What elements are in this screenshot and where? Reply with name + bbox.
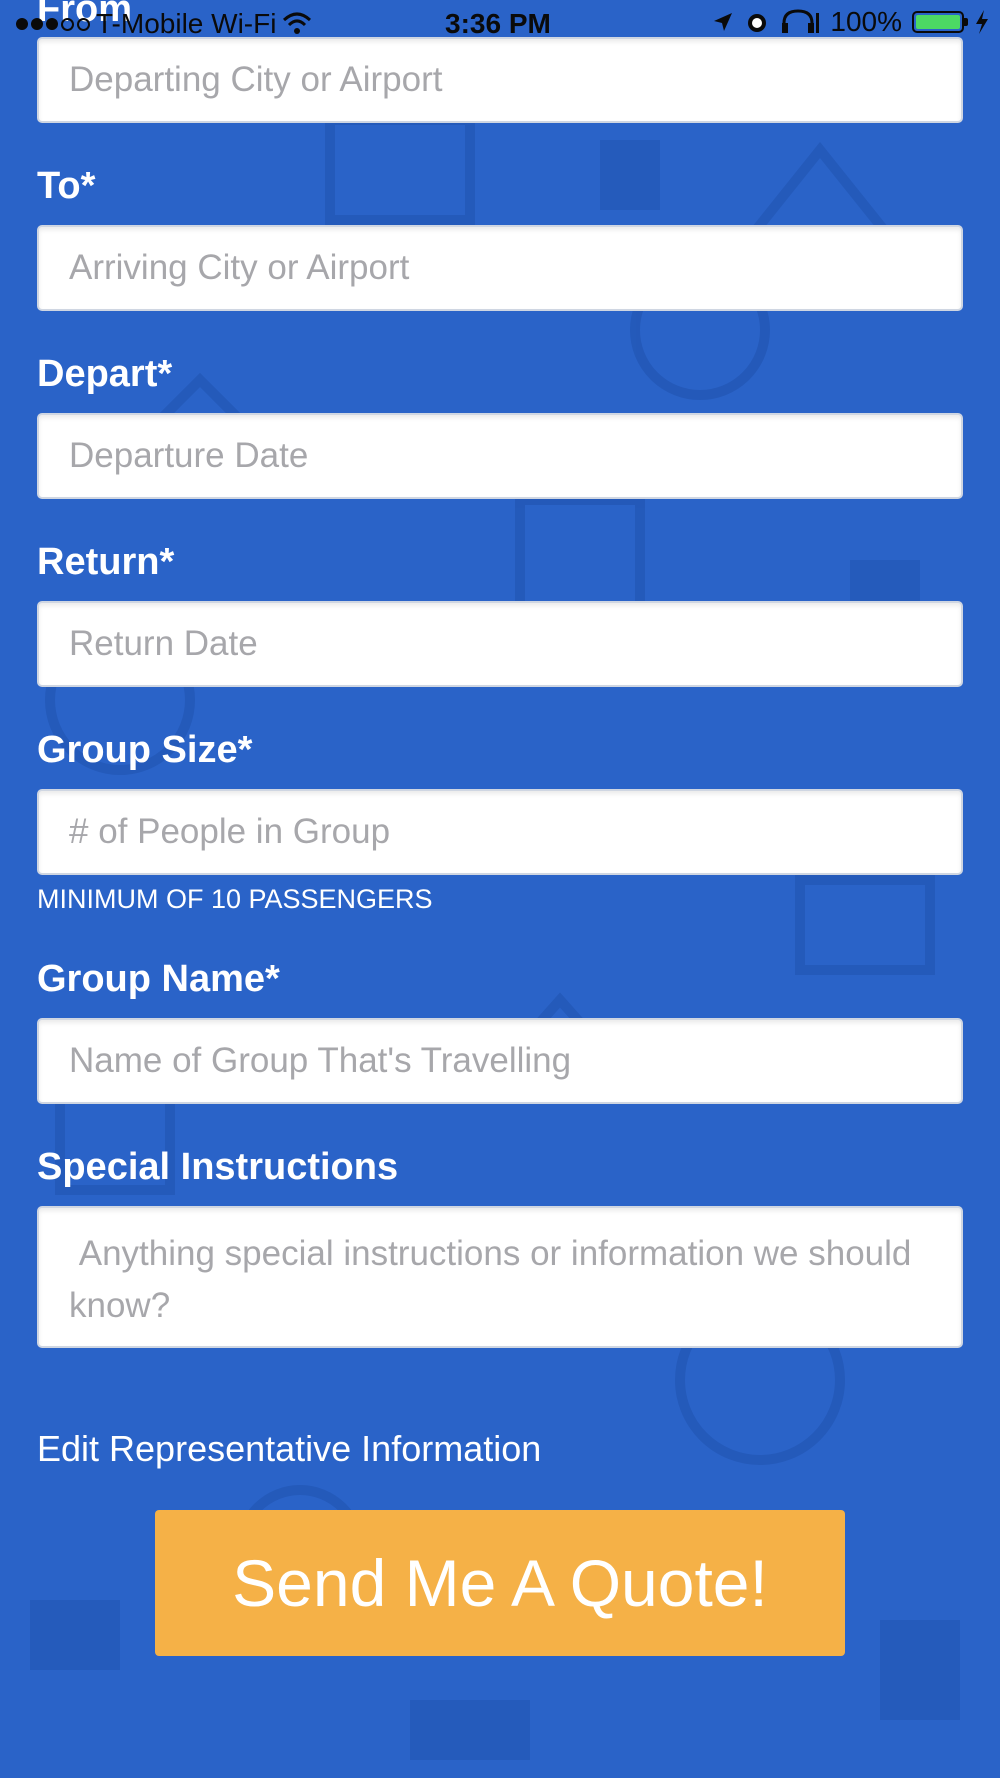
status-time: 3:36 PM: [445, 8, 551, 39]
depart-field[interactable]: [37, 413, 963, 499]
battery-percent: 100%: [830, 6, 902, 37]
return-field[interactable]: [37, 601, 963, 687]
group-size-hint: MINIMUM OF 10 PASSENGERS: [37, 884, 433, 914]
alarm-icon: [748, 14, 767, 32]
from-input[interactable]: [39, 39, 961, 121]
to-field[interactable]: [37, 225, 963, 311]
group-quote-form: From To* Depart* Return* Group Size* MIN…: [0, 0, 1000, 1778]
carrier-name: T-Mobile Wi-Fi: [96, 8, 277, 39]
group-name-field[interactable]: [37, 1018, 963, 1104]
group-name-label: Group Name*: [37, 958, 280, 1000]
status-bar: T-Mobile Wi-Fi 3:36 PM 100%: [0, 0, 1000, 46]
send-quote-button[interactable]: Send Me A Quote!: [155, 1510, 845, 1656]
wifi-icon: [283, 12, 312, 34]
charging-icon: [976, 10, 988, 34]
special-instructions-field[interactable]: [37, 1206, 963, 1348]
location-arrow-icon: [714, 13, 733, 31]
edit-representative-link[interactable]: Edit Representative Information: [37, 1428, 541, 1470]
return-label: Return*: [37, 541, 175, 583]
depart-label: Depart*: [37, 353, 173, 395]
group-name-input[interactable]: [39, 1020, 961, 1102]
to-input[interactable]: [39, 227, 961, 309]
status-right: 100%: [712, 6, 990, 38]
group-size-input[interactable]: [39, 791, 961, 873]
special-instructions-label: Special Instructions: [37, 1146, 399, 1188]
status-left: T-Mobile Wi-Fi: [16, 8, 312, 40]
headphones-icon: [782, 9, 820, 33]
depart-input[interactable]: [39, 415, 961, 497]
to-label: To*: [37, 165, 96, 207]
special-instructions-textarea[interactable]: [39, 1208, 961, 1346]
from-field[interactable]: [37, 37, 963, 123]
return-input[interactable]: [39, 603, 961, 685]
group-size-label: Group Size*: [37, 729, 253, 771]
signal-dots-icon: [16, 17, 90, 31]
group-size-field[interactable]: [37, 789, 963, 875]
battery-icon: [912, 11, 968, 33]
